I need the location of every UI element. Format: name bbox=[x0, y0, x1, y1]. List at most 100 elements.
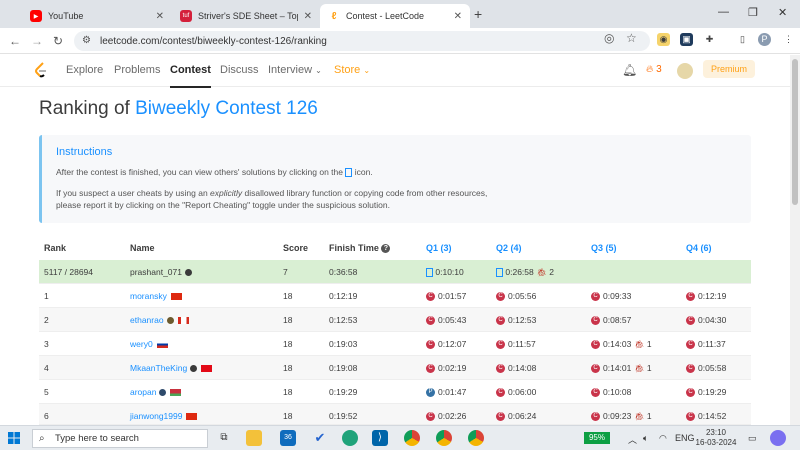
q3-cell[interactable]: C 0:08:57 bbox=[591, 315, 631, 326]
close-icon[interactable]: ✕ bbox=[304, 11, 312, 22]
username[interactable]: ethanrao bbox=[130, 315, 164, 325]
username[interactable]: moransky bbox=[130, 291, 167, 301]
close-icon[interactable]: ✕ bbox=[454, 11, 462, 22]
username[interactable]: aropan bbox=[130, 387, 156, 397]
edge-icon[interactable] bbox=[342, 430, 358, 446]
close-icon[interactable]: ✕ bbox=[156, 11, 164, 22]
q1-cell[interactable]: C 0:02:26 bbox=[426, 411, 466, 422]
tab-youtube[interactable]: ▶ YouTube ✕ bbox=[22, 4, 172, 28]
header-q4[interactable]: Q4 (6) bbox=[686, 243, 712, 253]
windows-start-icon[interactable] bbox=[8, 432, 20, 444]
system-clock[interactable]: 23:10 16-03-2024 bbox=[695, 428, 737, 448]
contest-link[interactable]: Biweekly Contest 126 bbox=[135, 98, 318, 119]
q1-cell[interactable]: P 0:01:47 bbox=[426, 387, 466, 398]
q2-cell[interactable]: C 0:14:08 bbox=[496, 363, 536, 374]
q3-cell[interactable]: C 0:10:08 bbox=[591, 387, 632, 398]
q3-cell[interactable]: C 0:09:33 bbox=[591, 291, 631, 302]
taskbar-search-input[interactable]: ⌕ Type here to search bbox=[32, 429, 208, 448]
file-explorer-icon[interactable] bbox=[246, 430, 262, 446]
tab-contest-leetcode[interactable]: ℓ Contest - LeetCode ✕ bbox=[320, 4, 470, 28]
volume-icon[interactable]: 🔈︎ bbox=[643, 433, 648, 444]
menu-kebab-icon[interactable]: ⋮ bbox=[782, 33, 795, 46]
q3-cell[interactable]: C 0:14:01 🐞︎ 1 bbox=[591, 363, 652, 374]
copilot-icon[interactable] bbox=[770, 430, 786, 446]
leetcode-logo-icon[interactable] bbox=[34, 62, 48, 78]
q2-cell[interactable]: C 0:12:53 bbox=[496, 315, 536, 326]
nav-interview[interactable]: Interview ⌄ bbox=[268, 64, 322, 76]
username[interactable]: jianwong1999 bbox=[130, 411, 182, 421]
nav-problems[interactable]: Problems bbox=[114, 64, 160, 76]
flag-hong-kong-icon bbox=[186, 413, 198, 421]
q2-cell[interactable]: C 0:05:56 bbox=[496, 291, 536, 302]
q1-cell[interactable]: C 0:12:07 bbox=[426, 339, 467, 350]
q4-cell[interactable]: C 0:04:30 bbox=[686, 315, 726, 326]
input-language[interactable]: ENG bbox=[675, 433, 695, 443]
chrome-icon[interactable] bbox=[404, 430, 420, 446]
close-window-icon[interactable]: ✕ bbox=[778, 6, 787, 19]
eye-off-icon[interactable]: ◎ bbox=[604, 31, 614, 45]
chevron-up-icon[interactable]: ︿ bbox=[628, 433, 637, 446]
cpp-icon: C bbox=[496, 292, 505, 302]
scrollbar-thumb[interactable] bbox=[792, 59, 798, 205]
extension-icon[interactable]: ▣ bbox=[680, 33, 693, 46]
extensions-puzzle-icon[interactable]: ✚ bbox=[703, 33, 716, 46]
nav-contest[interactable]: Contest bbox=[170, 64, 211, 88]
chrome-icon[interactable] bbox=[436, 430, 452, 446]
q3-cell[interactable]: C 0:09:23 🐞︎ 1 bbox=[591, 411, 652, 422]
q4-cell[interactable]: C 0:05:58 bbox=[686, 363, 726, 374]
task-view-icon[interactable]: ⧉ bbox=[216, 430, 232, 446]
q2-cell[interactable]: 0:26:58 🐞︎ 2 bbox=[496, 267, 554, 278]
username[interactable]: prashant_071 bbox=[130, 267, 182, 277]
q2-cell[interactable]: C 0:11:57 bbox=[496, 339, 536, 350]
forward-icon[interactable]: → bbox=[31, 34, 43, 48]
notification-bell-icon[interactable]: 🔔︎ bbox=[622, 63, 637, 77]
header-q3[interactable]: Q3 (5) bbox=[591, 243, 617, 253]
q2-cell[interactable]: C 0:06:24 bbox=[496, 411, 536, 422]
header-q1[interactable]: Q1 (3) bbox=[426, 243, 452, 253]
premium-button[interactable]: Premium bbox=[703, 60, 755, 78]
q1-time: 0:12:07 bbox=[438, 339, 467, 349]
q1-cell[interactable]: C 0:02:19 bbox=[426, 363, 466, 374]
q1-cell[interactable]: 0:10:10 bbox=[426, 267, 464, 278]
q4-cell[interactable]: C 0:11:37 bbox=[686, 339, 726, 350]
header-q2[interactable]: Q2 (4) bbox=[496, 243, 522, 253]
streak-counter[interactable]: 🔥︎ 3 bbox=[646, 64, 662, 75]
username[interactable]: wery0 bbox=[130, 339, 153, 349]
wifi-icon[interactable]: ◠ bbox=[659, 433, 667, 444]
q4-cell[interactable]: C 0:14:52 bbox=[686, 411, 726, 422]
extension-icon[interactable]: ◉ bbox=[657, 33, 670, 46]
vscode-icon[interactable]: ⟩ bbox=[372, 430, 388, 446]
side-panel-icon[interactable]: ▯ bbox=[736, 33, 749, 46]
new-tab-button[interactable]: + bbox=[474, 6, 482, 22]
restore-icon[interactable]: ❐ bbox=[748, 6, 758, 19]
reload-icon[interactable]: ↻ bbox=[53, 34, 63, 48]
chrome-icon[interactable] bbox=[468, 430, 484, 446]
profile-avatar[interactable]: P bbox=[758, 33, 771, 46]
q3-cell[interactable]: C 0:14:03 🐞︎ 1 bbox=[591, 339, 652, 350]
help-icon[interactable]: ? bbox=[381, 244, 391, 254]
site-info-icon[interactable]: ⚙ bbox=[82, 35, 91, 46]
q4-cell[interactable]: C 0:12:19 bbox=[686, 291, 726, 302]
url-text: leetcode.com/contest/biweekly-contest-12… bbox=[100, 35, 327, 47]
q2-cell[interactable]: C 0:06:00 bbox=[496, 387, 536, 398]
nav-store[interactable]: Store ⌄ bbox=[334, 64, 370, 76]
battery-indicator[interactable]: 95% bbox=[584, 432, 610, 444]
page-scrollbar[interactable] bbox=[790, 55, 800, 425]
q1-cell[interactable]: C 0:05:43 bbox=[426, 315, 466, 326]
mail-icon[interactable]: 36 bbox=[280, 430, 296, 446]
q3-time: 0:10:08 bbox=[603, 387, 632, 397]
user-avatar[interactable] bbox=[677, 63, 693, 79]
q4-cell[interactable]: C 0:19:29 bbox=[686, 387, 726, 398]
minimize-icon[interactable]: — bbox=[718, 6, 729, 18]
cpp-icon: C bbox=[591, 388, 600, 398]
tab-striver[interactable]: tuf Striver's SDE Sheet – Top Codin ✕ bbox=[172, 4, 320, 28]
notification-icon[interactable]: ▭ bbox=[748, 433, 757, 444]
todo-check-icon[interactable]: ✔ bbox=[312, 430, 328, 446]
username[interactable]: MkaanTheKing bbox=[130, 363, 187, 373]
q1-cell[interactable]: C 0:01:57 bbox=[426, 291, 466, 302]
bookmark-star-icon[interactable]: ☆ bbox=[626, 31, 637, 45]
url-field[interactable]: ⚙ leetcode.com/contest/biweekly-contest-… bbox=[74, 31, 650, 51]
nav-explore[interactable]: Explore bbox=[66, 64, 103, 76]
nav-discuss[interactable]: Discuss bbox=[220, 64, 259, 76]
back-icon[interactable]: ← bbox=[9, 34, 21, 48]
